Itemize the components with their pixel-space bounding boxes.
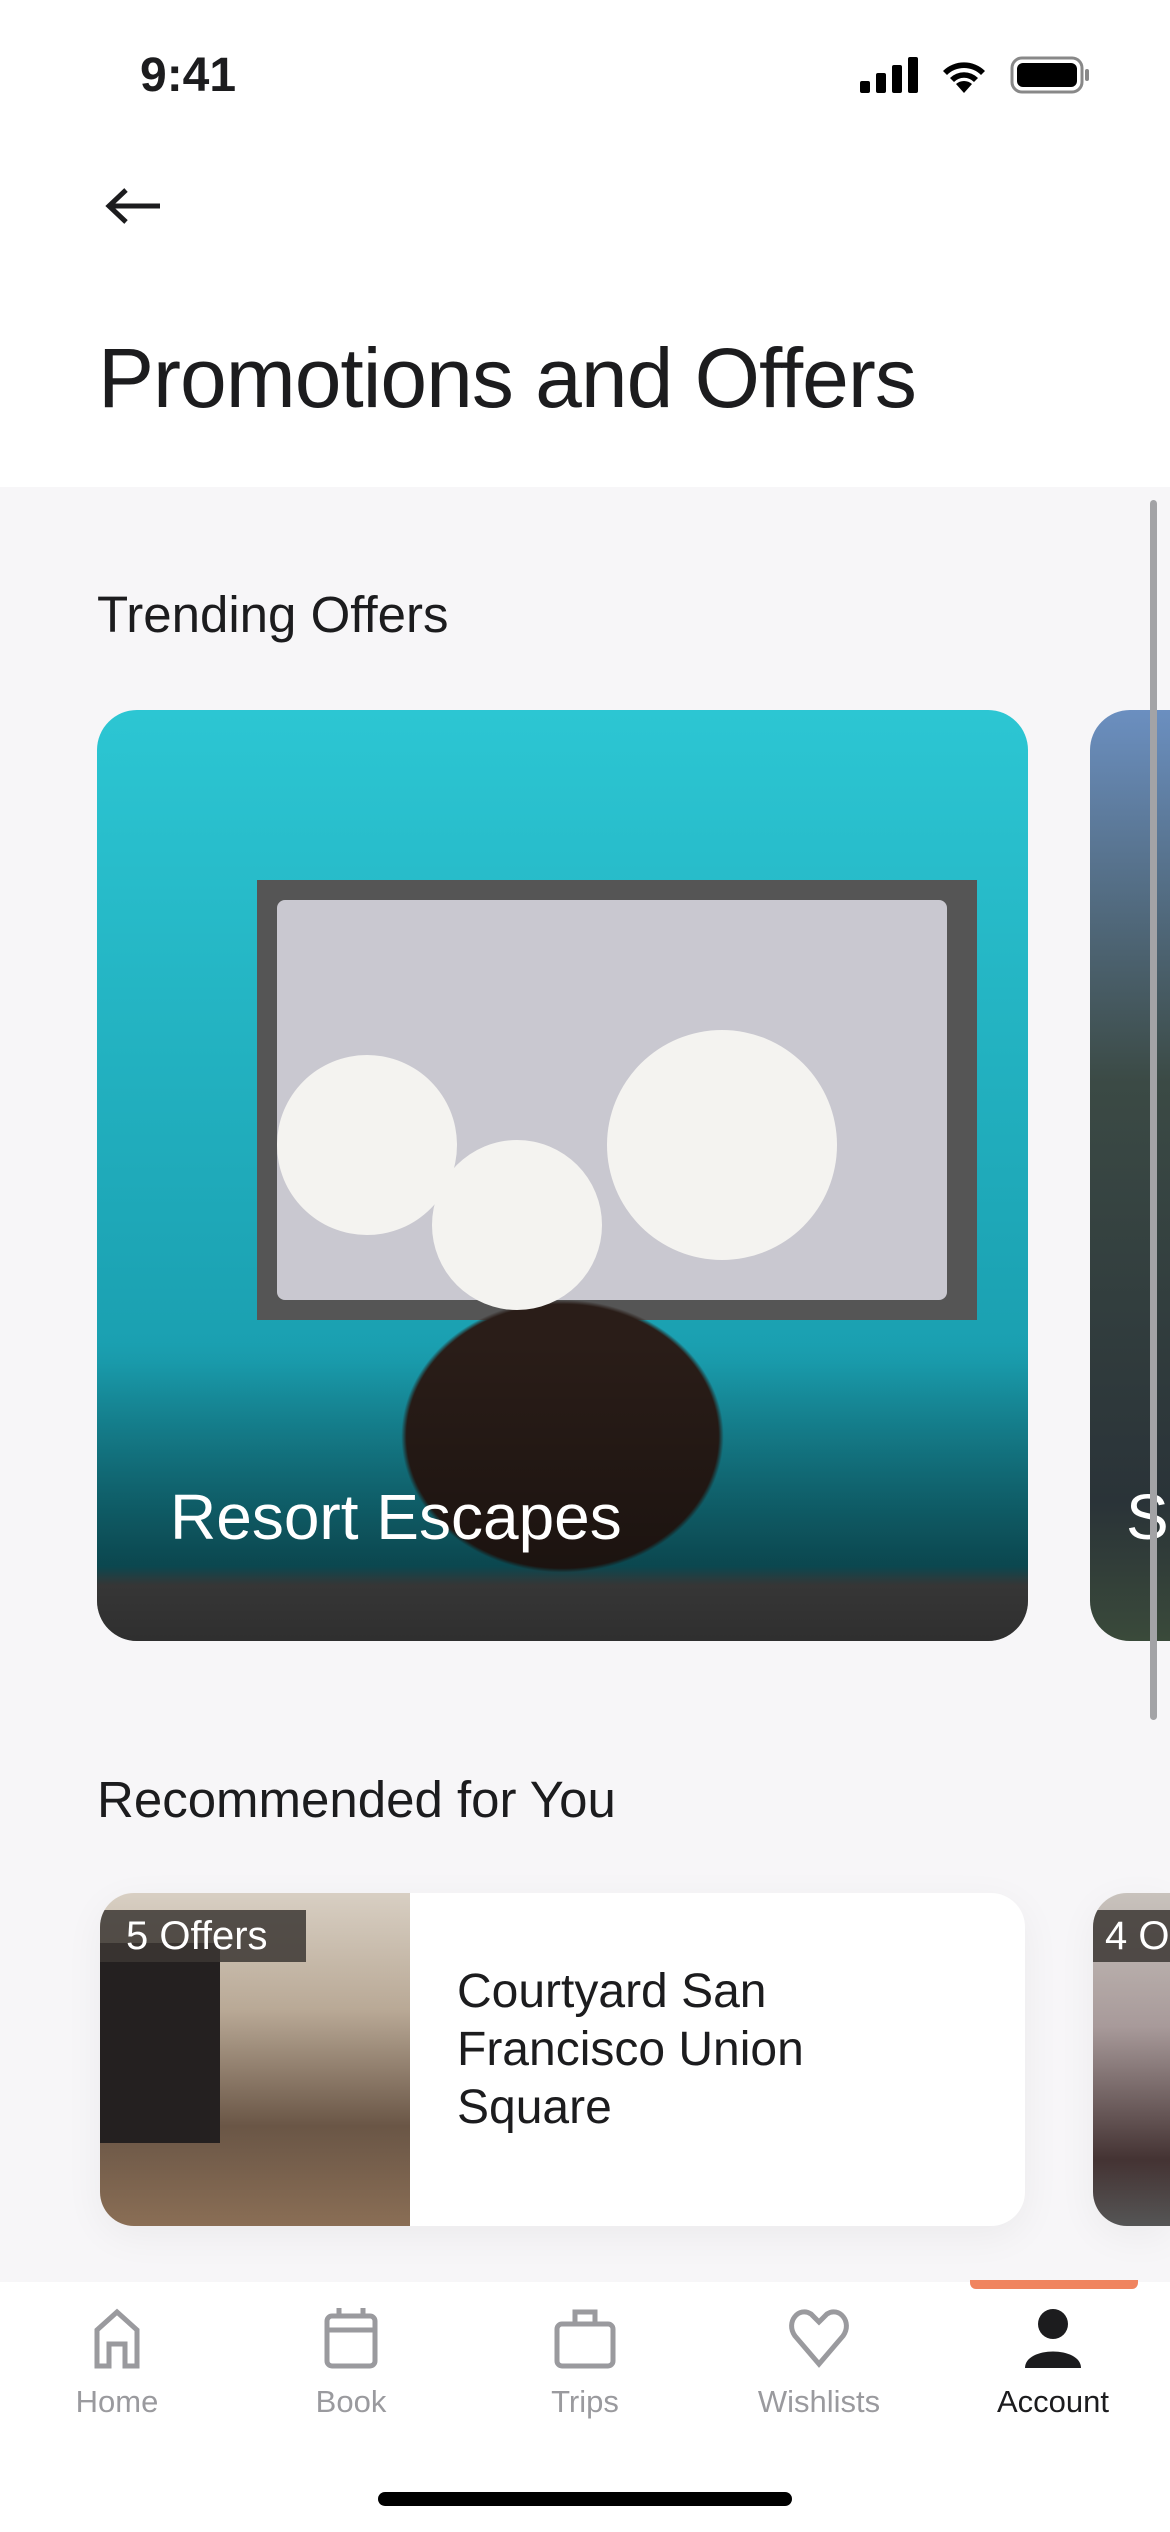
recommended-card-next[interactable]: 4 O	[1093, 1893, 1170, 2226]
signal-icon	[860, 57, 918, 93]
hotel-image: 4 O	[1093, 1893, 1170, 2226]
offers-badge: 4 O	[1093, 1910, 1170, 1962]
recommended-card[interactable]: 5 Offers Courtyard San Francisco Union S…	[100, 1893, 1025, 2226]
calendar-icon	[324, 2308, 378, 2369]
hotel-image: 5 Offers	[100, 1893, 410, 2226]
nav-wishlists[interactable]: Wishlists	[702, 2306, 936, 2420]
nav-label: Book	[315, 2384, 387, 2419]
offer-card-resort-escapes[interactable]: Resort Escapes	[97, 710, 1028, 1641]
battery-icon	[1010, 56, 1089, 94]
person-icon	[1025, 2309, 1081, 2368]
hotel-name: Courtyard San Francisco Union Square	[457, 1965, 804, 2134]
nav-label: Trips	[551, 2384, 619, 2419]
status-time: 9:41	[140, 49, 237, 102]
active-tab-indicator	[970, 2280, 1138, 2289]
nav-book[interactable]: Book	[234, 2306, 468, 2420]
nav-label: Wishlists	[757, 2384, 881, 2419]
nav-home[interactable]: Home	[0, 2306, 234, 2420]
wifi-icon	[943, 62, 985, 93]
home-icon	[94, 2308, 140, 2369]
arrow-left-icon[interactable]	[104, 186, 162, 226]
recommended-title: Recommended for You	[97, 1771, 616, 1828]
image-detail	[607, 1030, 837, 1260]
status-icons	[860, 56, 1090, 94]
offer-card-label: Resort Escapes	[170, 1481, 622, 1553]
image-detail	[432, 1140, 602, 1310]
nav-account[interactable]: Account	[936, 2306, 1170, 2420]
offer-card-next[interactable]: S	[1090, 710, 1170, 1641]
nav-label: Account	[996, 2384, 1109, 2419]
nav-trips[interactable]: Trips	[468, 2306, 702, 2420]
offers-badge: 5 Offers	[100, 1910, 306, 1962]
nav-label: Home	[75, 2384, 159, 2419]
home-indicator[interactable]	[378, 2492, 792, 2506]
suitcase-icon	[554, 2309, 616, 2369]
image-detail	[277, 1055, 457, 1235]
page-title: Promotions and Offers	[98, 331, 917, 425]
trending-offers-title: Trending Offers	[97, 586, 449, 643]
offer-card-label: S	[1126, 1481, 1169, 1553]
scrollbar[interactable]	[1150, 500, 1157, 1720]
heart-icon	[789, 2309, 849, 2368]
